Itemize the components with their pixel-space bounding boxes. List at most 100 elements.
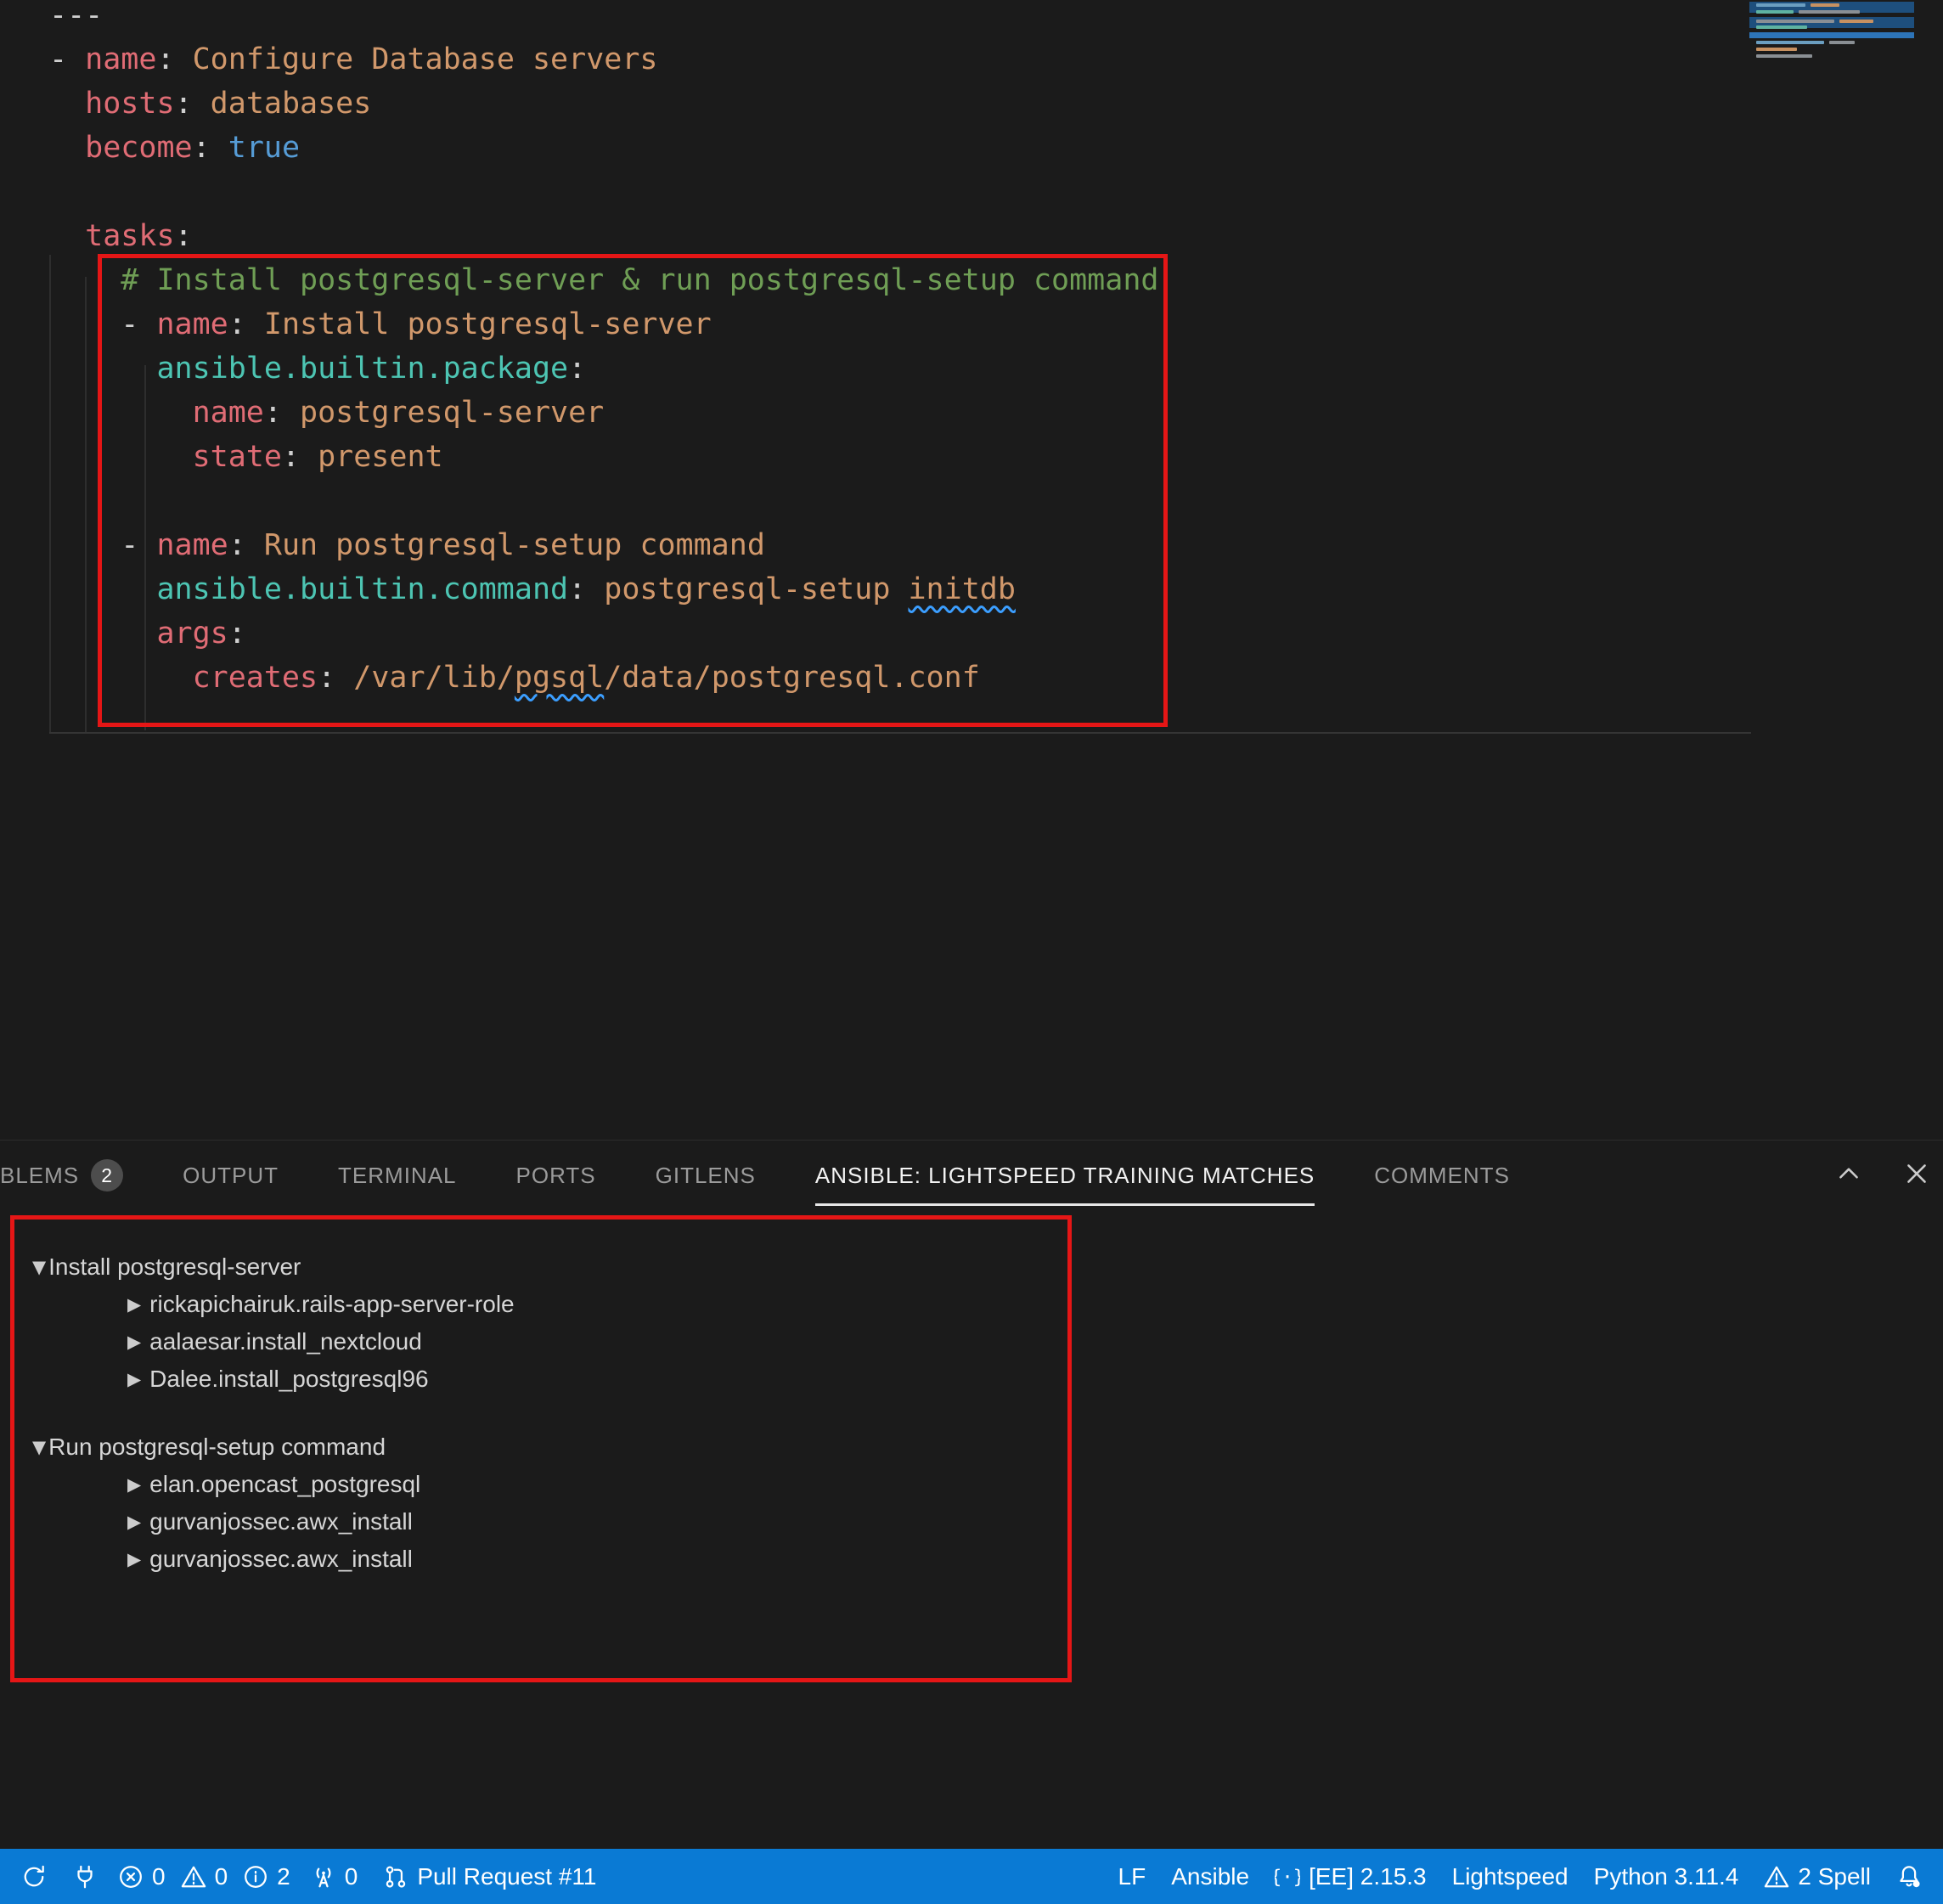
bell-icon bbox=[1896, 1864, 1922, 1890]
code-token: Configure Database servers bbox=[192, 42, 658, 76]
code-token: name bbox=[192, 396, 264, 430]
tab-label: GITLENS bbox=[655, 1162, 756, 1188]
tree-item[interactable]: ▶ Dalee.install_postgresql96 bbox=[0, 1360, 1943, 1398]
tab-label: ANSIBLE: LIGHTSPEED TRAINING MATCHES bbox=[814, 1162, 1315, 1188]
code-token: hosts bbox=[85, 87, 175, 121]
tree-item[interactable]: ▶ gurvanjossec.awx_install bbox=[0, 1541, 1943, 1578]
tree-item[interactable]: ▶ aalaesar.install_nextcloud bbox=[0, 1323, 1943, 1360]
code-token: creates bbox=[192, 661, 318, 695]
status-text: LF bbox=[1118, 1862, 1146, 1890]
tab-lightspeed-matches[interactable]: ANSIBLE: LIGHTSPEED TRAINING MATCHES bbox=[814, 1141, 1315, 1210]
code-token: : bbox=[156, 42, 193, 76]
lightspeed-indicator[interactable]: Lightspeed bbox=[1439, 1849, 1581, 1904]
code-token: - bbox=[49, 42, 86, 76]
warning-icon bbox=[181, 1864, 206, 1890]
tree-item[interactable]: ▶ gurvanjossec.awx_install bbox=[0, 1503, 1943, 1541]
tab-label: COMMENTS bbox=[1374, 1162, 1510, 1188]
editor-region[interactable]: --- - name: Configure Database servers ho… bbox=[0, 0, 1943, 1140]
code-line: args: bbox=[49, 611, 1158, 656]
tab-terminal[interactable]: TERMINAL bbox=[338, 1141, 456, 1210]
eol-indicator[interactable]: LF bbox=[1106, 1849, 1159, 1904]
tab-gitlens[interactable]: GITLENS bbox=[656, 1141, 756, 1210]
tab-ports[interactable]: PORTS bbox=[516, 1141, 596, 1210]
code-token: Run postgresql-setup command bbox=[263, 528, 765, 562]
language-indicator[interactable]: Ansible bbox=[1158, 1849, 1262, 1904]
twisty-collapsed-icon: ▶ bbox=[127, 1474, 142, 1495]
notifications-bell[interactable] bbox=[1884, 1849, 1935, 1904]
panel-actions bbox=[1834, 1141, 1931, 1210]
code-line: name: postgresql-server bbox=[49, 391, 1158, 435]
tree-section-label: Run postgresql-setup command bbox=[48, 1434, 386, 1460]
tree-section[interactable]: ▼ Run postgresql-setup command bbox=[0, 1428, 1943, 1466]
status-text: Lightspeed bbox=[1451, 1862, 1568, 1890]
code-line: tasks: bbox=[49, 214, 1158, 258]
indent-guide bbox=[144, 365, 146, 730]
tree-item-label: aalaesar.install_nextcloud bbox=[149, 1328, 422, 1355]
code-token: : bbox=[228, 528, 264, 562]
error-icon bbox=[118, 1864, 144, 1890]
code-token: Install postgresql-server bbox=[263, 307, 712, 341]
pull-request-indicator[interactable]: Pull Request #11 bbox=[370, 1849, 609, 1904]
tab-comments[interactable]: COMMENTS bbox=[1374, 1141, 1510, 1210]
minimap-highlight bbox=[1749, 32, 1914, 38]
spell-checker-indicator[interactable]: 2 Spell bbox=[1751, 1849, 1884, 1904]
code-line: state: present bbox=[49, 435, 1158, 479]
decoration-left-border bbox=[49, 255, 51, 734]
info-icon bbox=[243, 1864, 268, 1890]
indent-guide bbox=[85, 277, 87, 732]
code-token: name bbox=[85, 42, 157, 76]
tree-item-label: elan.opencast_postgresql bbox=[149, 1471, 421, 1497]
tree-item[interactable]: ▶ elan.opencast_postgresql bbox=[0, 1466, 1943, 1503]
twisty-collapsed-icon: ▶ bbox=[127, 1549, 142, 1569]
twisty-expanded-icon: ▼ bbox=[32, 1437, 47, 1457]
code-token: --- bbox=[49, 0, 104, 32]
close-panel-button[interactable] bbox=[1902, 1159, 1931, 1192]
code-token: # Install postgresql-server & run postgr… bbox=[121, 263, 1159, 297]
tab-label: TERMINAL bbox=[338, 1162, 457, 1188]
tree-item-label: gurvanjossec.awx_install bbox=[149, 1508, 413, 1535]
status-text: Python 3.11.4 bbox=[1593, 1862, 1739, 1890]
code-token: name bbox=[156, 528, 228, 562]
close-icon bbox=[1902, 1159, 1931, 1192]
status-bar: 0 0 2 0 Pull Request #11 LF Ansible {·} [EE] 2.1… bbox=[0, 1849, 1943, 1904]
code-token: : bbox=[281, 440, 318, 474]
code-token: /data/postgresql.conf bbox=[604, 661, 980, 695]
code-token: args bbox=[156, 617, 228, 651]
sync-indicator[interactable] bbox=[8, 1849, 59, 1904]
code-line: - name: Run postgresql-setup command bbox=[49, 523, 1158, 567]
minimap[interactable] bbox=[1749, 0, 1914, 76]
status-text: Ansible bbox=[1171, 1862, 1250, 1890]
problems-errors[interactable]: 0 bbox=[110, 1849, 173, 1904]
code-line: ansible.builtin.command: postgresql-setu… bbox=[49, 567, 1158, 611]
twisty-collapsed-icon: ▶ bbox=[127, 1294, 142, 1315]
code-token: : bbox=[174, 87, 211, 121]
tree-item-label: Dalee.install_postgresql96 bbox=[149, 1366, 429, 1392]
problems-warnings[interactable]: 0 bbox=[173, 1849, 236, 1904]
problems-info[interactable]: 2 bbox=[235, 1849, 298, 1904]
status-text: 0 bbox=[214, 1862, 228, 1890]
tree-section[interactable]: ▼ Install postgresql-server bbox=[0, 1248, 1943, 1286]
tab-problems[interactable]: BLEMS 2 bbox=[0, 1141, 124, 1210]
misspelled-word: pgsql bbox=[514, 661, 605, 695]
code-line: --- bbox=[49, 0, 1158, 37]
tree-item[interactable]: ▶ rickapichairuk.rails-app-server-role bbox=[0, 1286, 1943, 1323]
code-token: : bbox=[318, 661, 354, 695]
tab-label: BLEMS bbox=[0, 1162, 80, 1188]
code-token: present bbox=[318, 440, 443, 474]
code-line: ansible.builtin.package: bbox=[49, 346, 1158, 391]
git-pull-request-icon bbox=[383, 1864, 408, 1890]
tab-output[interactable]: OUTPUT bbox=[183, 1141, 279, 1210]
plug-indicator[interactable] bbox=[59, 1849, 110, 1904]
execution-environment-indicator[interactable]: {·} [EE] 2.15.3 bbox=[1262, 1849, 1439, 1904]
tab-label: PORTS bbox=[515, 1162, 596, 1188]
maximize-panel-button[interactable] bbox=[1834, 1159, 1863, 1192]
ports-indicator[interactable]: 0 bbox=[298, 1849, 371, 1904]
python-version-indicator[interactable]: Python 3.11.4 bbox=[1581, 1849, 1752, 1904]
code-line: creates: /var/lib/pgsql/data/postgresql.… bbox=[49, 656, 1158, 700]
code-editor[interactable]: --- - name: Configure Database servers ho… bbox=[49, 0, 1158, 700]
tree-item-label: gurvanjossec.awx_install bbox=[149, 1546, 413, 1572]
